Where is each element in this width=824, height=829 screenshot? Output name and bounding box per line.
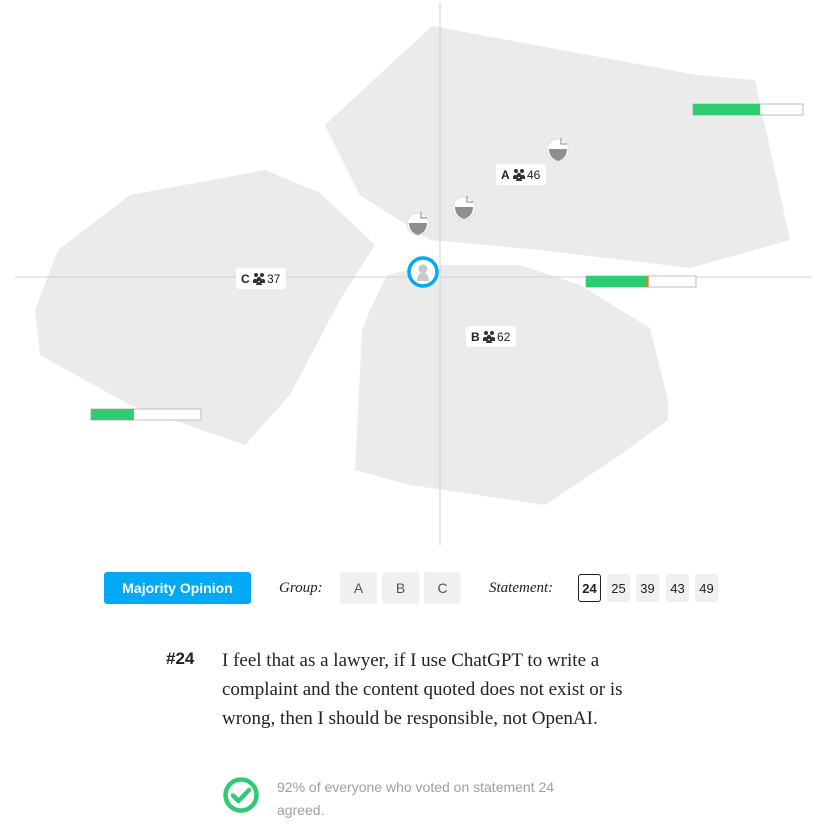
check-circle-icon bbox=[223, 777, 259, 813]
majority-opinion-button[interactable]: Majority Opinion bbox=[104, 572, 251, 604]
svg-text:37: 37 bbox=[267, 272, 281, 286]
agreement-summary: 92% of everyone who voted on statement 2… bbox=[222, 774, 582, 824]
statement-24-button[interactable]: 24 bbox=[578, 574, 601, 602]
svg-text:B: B bbox=[471, 330, 480, 344]
disagree-fill bbox=[646, 276, 649, 287]
agreement-bar-a bbox=[692, 103, 804, 116]
statement-39-button[interactable]: 39 bbox=[636, 574, 659, 602]
statement-49-button[interactable]: 49 bbox=[695, 574, 718, 602]
statement-25-button[interactable]: 25 bbox=[607, 574, 630, 602]
group-b-button[interactable]: B bbox=[382, 572, 419, 604]
group-b-label[interactable]: B 62 bbox=[466, 326, 516, 347]
self-marker[interactable] bbox=[407, 256, 439, 288]
group-a-label[interactable]: A 46 bbox=[496, 164, 546, 185]
agree-fill bbox=[586, 276, 647, 287]
group-c-label[interactable]: C 37 bbox=[236, 268, 286, 289]
group-c-hull[interactable] bbox=[35, 170, 375, 445]
statement-43-button[interactable]: 43 bbox=[666, 574, 689, 602]
svg-text:A: A bbox=[501, 168, 510, 182]
statement-label: Statement: bbox=[489, 579, 554, 596]
statement-number: #24 bbox=[166, 649, 195, 668]
group-a-button[interactable]: A bbox=[340, 572, 377, 604]
agreement-text: 92% of everyone who voted on statement 2… bbox=[277, 779, 555, 818]
agreement-bar-c bbox=[90, 408, 202, 421]
statement-text: I feel that as a lawyer, if I use ChatGP… bbox=[222, 650, 623, 729]
controls-bar: Majority Opinion Group: A B C Statement:… bbox=[0, 572, 824, 604]
group-b-hull[interactable] bbox=[355, 265, 668, 505]
group-c-button[interactable]: C bbox=[424, 572, 461, 604]
svg-text:62: 62 bbox=[497, 330, 511, 344]
agree-fill bbox=[693, 104, 761, 115]
agree-fill bbox=[91, 409, 134, 420]
group-label: Group: bbox=[279, 579, 323, 596]
opinion-map: A 46 B 62 C 37 bbox=[15, 3, 812, 545]
svg-text:C: C bbox=[241, 272, 250, 286]
svg-text:46: 46 bbox=[527, 168, 541, 182]
agreement-bar-b bbox=[585, 275, 697, 288]
